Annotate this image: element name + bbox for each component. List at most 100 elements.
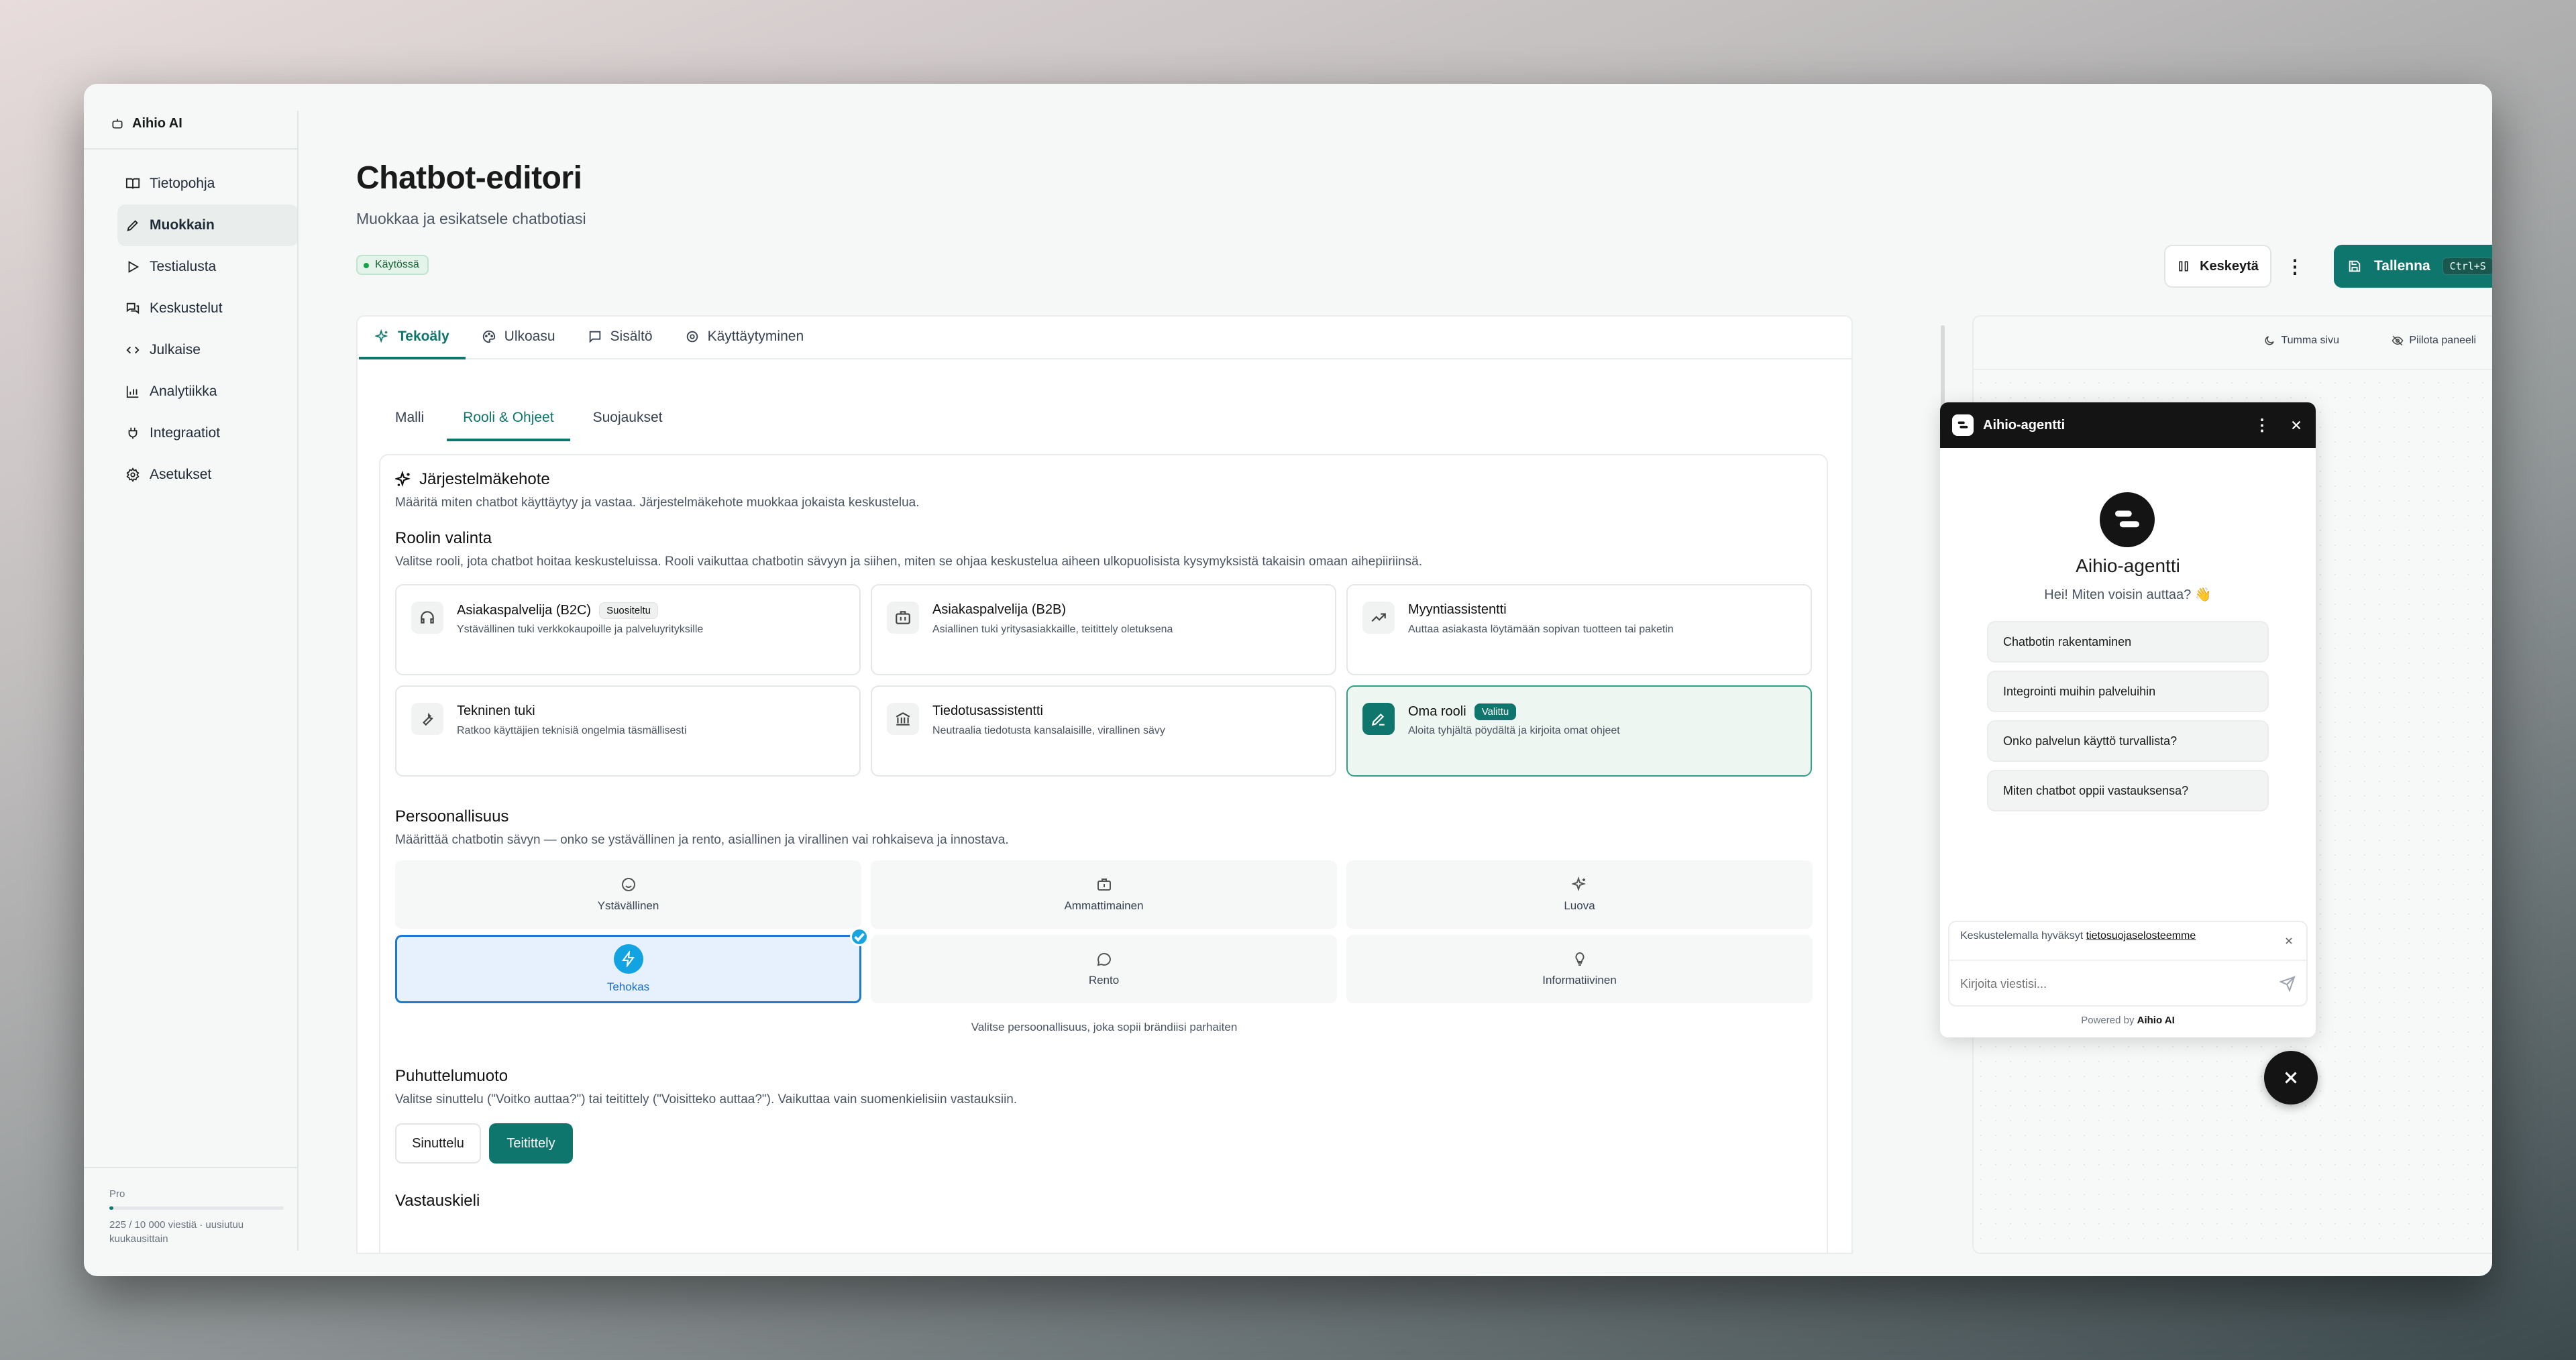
personality-option-informatiivinen[interactable]: Informatiivinen [1346,935,1813,1003]
personality-label: Ystävällinen [597,899,659,912]
wrench-icon [411,703,443,735]
suggestion-chip[interactable]: Onko palvelun käyttö turvallista? [1987,720,2269,762]
brand-name: Aihio AI [132,115,182,131]
messages-icon [126,302,140,315]
sidebar-item-label: Muokkain [150,217,215,233]
response-language-title: Vastauskieli [395,1192,480,1210]
role-section-title: Roolin valinta [395,529,492,547]
system-prompt-desc: Määritä miten chatbot käyttäytyy ja vast… [395,496,920,510]
role-card-b2b[interactable]: Asiakaspalvelija (B2B) Asiallinen tuki y… [871,584,1336,675]
gear-icon [686,331,698,343]
sidebar-item-asetukset[interactable]: Asetukset [117,454,299,496]
save-shortcut: Ctrl+S [2442,258,2492,275]
sidebar-item-label: Analytiikka [150,384,217,399]
hide-panel-button[interactable]: Piilota paneeli [2392,335,2476,347]
role-card-sales[interactable]: Myyntiassistentti Auttaa asiakasta löytä… [1346,584,1812,675]
divider [1949,960,2306,961]
send-icon[interactable] [2279,976,2296,992]
smile-icon [621,878,635,891]
pause-button[interactable]: Keskeytä [2164,245,2271,288]
powered-by-text: Powered by [2081,1015,2135,1026]
sidebar-item-integraatiot[interactable]: Integraatiot [117,412,299,454]
personality-option-luova[interactable]: Luova [1346,860,1813,929]
tab-label: Tekoäly [398,329,449,344]
close-icon[interactable] [2289,418,2304,433]
chat-bubble-icon [1097,953,1111,966]
chat-composer: Keskustelemalla hyväksyt tietosuojaselos… [1948,921,2308,1007]
sidebar-item-tietopohja[interactable]: Tietopohja [117,163,299,205]
dismiss-consent-icon[interactable] [2284,936,2294,946]
save-button[interactable]: Tallenna Ctrl+S [2334,245,2492,288]
brand[interactable]: Aihio AI [84,104,289,143]
role-desc: Neutraalia tiedotusta kansalaisille, vir… [932,725,1165,736]
subtab-suojaukset[interactable]: Suojaukset [577,397,679,441]
chat-header: Aihio-agentti ⋮ [1940,402,2316,448]
sidebar-divider [297,111,299,1251]
agent-greeting: Hei! Miten voisin auttaa? 👋 [2044,587,2212,602]
role-card-tech-support[interactable]: Tekninen tuki Ratkoo käyttäjien teknisiä… [395,685,861,777]
role-card-custom[interactable]: Oma rooli Valittu Aloita tyhjältä pöydält… [1346,685,1812,777]
agent-name: Aihio-agentti [2076,555,2180,576]
check-icon [850,927,869,946]
sidebar-item-label: Testialusta [150,259,217,274]
divider [84,1167,297,1168]
role-section-desc: Valitse rooli, jota chatbot hoitaa kesku… [395,555,1423,569]
sidebar-item-label: Asetukset [150,467,212,482]
personality-label: Rento [1088,974,1120,986]
dark-page-label: Tumma sivu [2281,335,2339,346]
sidebar-item-label: Tietopohja [150,176,215,191]
subtab-malli[interactable]: Malli [379,397,440,441]
role-card-b2c[interactable]: Asiakaspalvelija (B2C) Suositeltu Ystäväl… [395,584,861,675]
sparkle-icon [375,329,388,343]
tab-ulkoasu[interactable]: Ulkoasu [466,317,572,359]
suggestion-chip[interactable]: Chatbotin rakentaminen [1987,621,2269,663]
subtab-rooli-ohjeet[interactable]: Rooli & Ohjeet [447,397,570,441]
save-icon [2349,260,2361,272]
headset-icon [411,602,443,634]
role-desc: Auttaa asiakasta löytämään sopivan tuott… [1408,624,1674,635]
pause-label: Keskeytä [2200,258,2259,274]
suggestion-chip[interactable]: Integrointi muihin palveluihin [1987,671,2269,712]
agent-avatar [2100,492,2155,547]
chat-toggle-button[interactable] [2264,1051,2318,1104]
building-icon [887,602,919,634]
sidebar-item-testialusta[interactable]: Testialusta [117,246,299,288]
tab-tekoaly[interactable]: Tekoäly [359,317,466,359]
role-title: Tekninen tuki [457,703,535,718]
sidebar-item-muokkain[interactable]: Muokkain [117,205,299,246]
privacy-link[interactable]: tietosuojaselosteemme [2086,930,2196,942]
role-desc: Ratkoo käyttäjien teknisiä ongelmia täsm… [457,725,687,736]
address-desc: Valitse sinuttelu ("Voitko auttaa?") tai… [395,1092,1018,1107]
status-badge: Käytössä [356,255,429,275]
teitittely-button[interactable]: Teitittely [489,1123,573,1164]
powered-by: Powered by Aihio AI [1940,1015,2316,1026]
editor-tabs: Tekoäly Ulkoasu Sisältö Käyttäytyminen [358,317,1851,359]
subtabs: Malli Rooli & Ohjeet Suojaukset [379,397,678,441]
selected-tag: Valittu [1474,703,1517,720]
close-icon [2285,1072,2297,1084]
divider [84,148,297,150]
sidebar-item-julkaise[interactable]: Julkaise [117,329,299,371]
role-title: Myyntiassistentti [1408,602,1507,617]
personality-option-rento[interactable]: Rento [871,935,1337,1003]
personality-option-ammattimainen[interactable]: Ammattimainen [871,860,1337,929]
dark-page-button[interactable]: Tumma sivu [2263,335,2339,347]
personality-option-tehokas[interactable]: Tehokas [395,927,869,1003]
sinuttelu-button[interactable]: Sinuttelu [395,1123,481,1164]
role-card-info[interactable]: Tiedotusassistentti Neutraalia tiedotust… [871,685,1336,777]
tab-kayttaytyminen[interactable]: Käyttäytyminen [669,317,820,359]
sidebar-item-analytiikka[interactable]: Analytiikka [117,371,299,412]
message-input[interactable] [1960,970,2255,997]
chat-more-icon[interactable]: ⋮ [2245,416,2279,435]
sidebar-item-label: Julkaise [150,342,201,357]
sparkle-icon [1571,876,1586,892]
personality-desc: Määrittää chatbotin sävyn — onko se ystä… [395,833,1009,847]
personality-title: Persoonallisuus [395,807,509,826]
more-options-button[interactable]: ⋮ [2280,245,2310,288]
eye-off-icon [2392,335,2404,346]
tab-sisalto[interactable]: Sisältö [572,317,669,359]
personality-option-ystavallinen[interactable]: Ystävällinen [395,860,861,929]
suggestion-chip[interactable]: Miten chatbot oppii vastauksensa? [1987,770,2269,811]
sidebar-item-keskustelut[interactable]: Keskustelut [117,288,299,329]
powered-by-brand[interactable]: Aihio AI [2137,1015,2175,1026]
